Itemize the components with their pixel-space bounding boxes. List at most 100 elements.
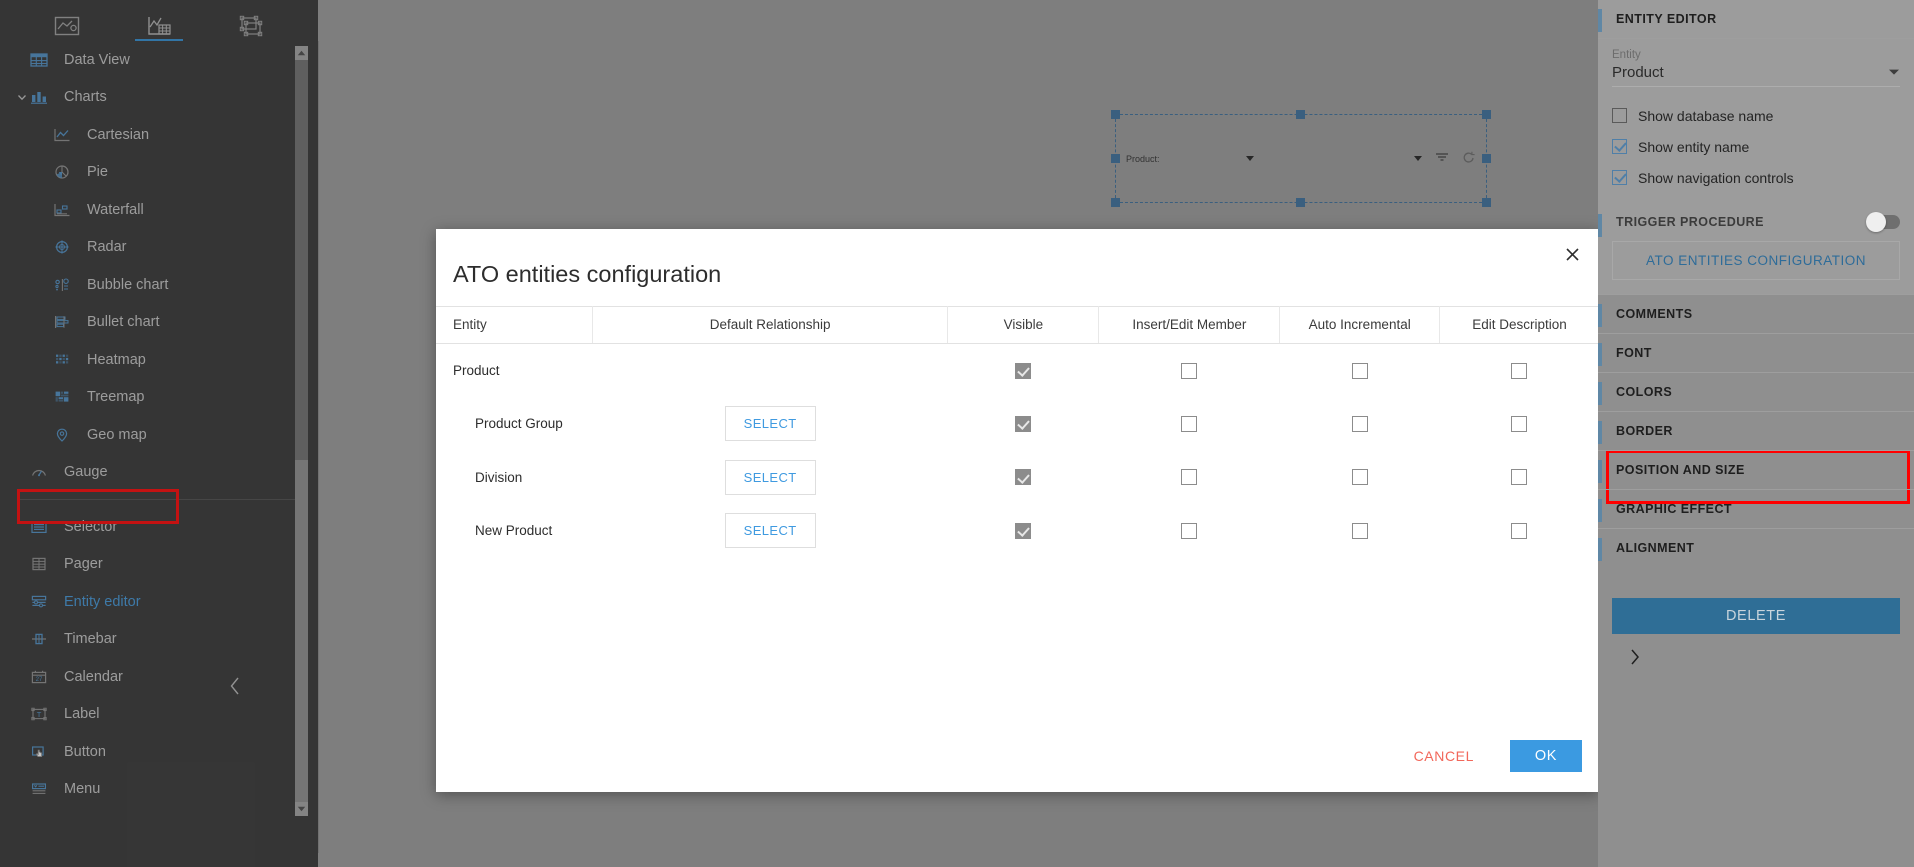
toggle-knob [1866, 212, 1886, 232]
cell-visible [948, 504, 1099, 558]
cell-auto-incremental [1280, 504, 1440, 558]
cell-auto-incremental [1280, 344, 1440, 398]
section-accent-bar [1598, 538, 1602, 561]
checkbox-insert-edit-member[interactable] [1181, 415, 1198, 432]
cancel-button[interactable]: CANCEL [1400, 740, 1488, 772]
cell-auto-incremental [1280, 451, 1440, 505]
cell-default-relationship: SELECT [592, 397, 948, 451]
checkbox-auto-incremental[interactable] [1351, 362, 1368, 379]
panel-section-font[interactable]: FONT [1598, 334, 1914, 373]
checkbox-insert-edit-member[interactable] [1181, 522, 1198, 539]
entity-dropdown[interactable]: Product [1612, 61, 1900, 87]
column-header-visible: Visible [947, 306, 1100, 344]
cell-insert-edit-member [1099, 344, 1280, 398]
entity-field-label: Entity [1612, 49, 1641, 61]
cell-entity: Division [436, 451, 592, 505]
section-accent-bar [1598, 382, 1602, 405]
close-icon[interactable] [1559, 241, 1585, 267]
table-header-row: Entity Default Relationship Visible Inse… [436, 306, 1599, 344]
chevron-right-icon [1628, 647, 1642, 672]
section-title: BORDER [1616, 424, 1673, 438]
table-body: Product Product Group SELECT Division SE… [436, 344, 1599, 558]
checkbox-visible[interactable] [1015, 362, 1032, 379]
checkbox-show-entity-name[interactable] [1612, 139, 1627, 154]
panel-section-graphic-effect[interactable]: GRAPHIC EFFECT [1598, 490, 1914, 529]
table-row: Product Group SELECT [436, 397, 1599, 451]
panel-section-position-and-size[interactable]: POSITION AND SIZE [1598, 451, 1914, 490]
trigger-procedure-toggle[interactable] [1866, 212, 1900, 232]
select-relationship-button[interactable]: SELECT [724, 406, 816, 442]
section-title: ALIGNMENT [1616, 541, 1695, 555]
table-row: New Product SELECT [436, 504, 1599, 558]
panel-section-colors[interactable]: COLORS [1598, 373, 1914, 412]
checkbox-row-show-database-name[interactable]: Show database name [1612, 100, 1900, 131]
checkbox-insert-edit-member[interactable] [1181, 469, 1198, 486]
cell-default-relationship [592, 344, 948, 398]
checkbox-visible[interactable] [1015, 469, 1032, 486]
cell-visible [948, 397, 1099, 451]
section-accent-bar [1598, 9, 1602, 32]
delete-button[interactable]: DELETE [1612, 598, 1900, 634]
cell-entity: Product [436, 344, 592, 398]
section-accent-bar [1598, 499, 1602, 522]
select-relationship-button[interactable]: SELECT [724, 459, 816, 495]
cell-visible [948, 344, 1099, 398]
select-relationship-button[interactable]: SELECT [724, 513, 816, 549]
column-header-entity: Entity [436, 306, 593, 344]
checkbox-row-show-entity-name[interactable]: Show entity name [1612, 131, 1900, 162]
panel-expand-button[interactable] [1624, 648, 1646, 670]
cell-visible [948, 451, 1099, 505]
checkbox-edit-description[interactable] [1511, 362, 1528, 379]
checkbox-visible[interactable] [1015, 522, 1032, 539]
cell-edit-description [1439, 397, 1599, 451]
panel-section-comments[interactable]: COMMENTS [1598, 295, 1914, 334]
section-accent-bar [1598, 304, 1602, 327]
chevron-down-icon [1888, 63, 1900, 81]
checkbox-auto-incremental[interactable] [1351, 415, 1368, 432]
panel-section-trigger-procedure: TRIGGER PROCEDURE ATO ENTITIES CONFIGURA… [1598, 205, 1914, 504]
trigger-procedure-label: TRIGGER PROCEDURE [1616, 215, 1764, 229]
entity-name: Division [475, 469, 523, 485]
entity-name: Product Group [475, 416, 563, 432]
entity-display-options: Show database name Show entity name Show… [1598, 91, 1914, 205]
cell-insert-edit-member [1099, 397, 1280, 451]
cell-entity: New Product [436, 504, 592, 558]
section-title: COLORS [1616, 385, 1673, 399]
ato-entities-configuration-button[interactable]: ATO ENTITIES CONFIGURATION [1612, 241, 1900, 280]
section-title: POSITION AND SIZE [1616, 463, 1745, 477]
cell-auto-incremental [1280, 397, 1440, 451]
cell-default-relationship: SELECT [592, 504, 948, 558]
checkbox-edit-description[interactable] [1511, 522, 1528, 539]
section-accent-bar [1598, 343, 1602, 366]
column-header-default-relationship: Default Relationship [592, 306, 949, 344]
table-row: Division SELECT [436, 451, 1599, 505]
checkbox-insert-edit-member[interactable] [1181, 362, 1198, 379]
checkbox-show-navigation-controls[interactable] [1612, 170, 1627, 185]
ok-button[interactable]: OK [1510, 740, 1582, 772]
section-accent-bar [1598, 214, 1602, 237]
section-accent-bar [1598, 460, 1602, 483]
checkbox-visible[interactable] [1015, 415, 1032, 432]
application-window: Data View Charts Cartesian Pie Waterfall… [0, 0, 1914, 867]
right-panel: ENTITY EDITOR Entity Product Show databa… [1598, 0, 1914, 867]
section-title: FONT [1616, 346, 1652, 360]
dialog-title: ATO entities configuration [453, 261, 722, 287]
entity-name: New Product [475, 523, 553, 539]
cell-edit-description [1439, 504, 1599, 558]
cell-edit-description [1439, 451, 1599, 505]
checkbox-show-database-name[interactable] [1612, 108, 1627, 123]
checkbox-auto-incremental[interactable] [1351, 522, 1368, 539]
checkbox-label: Show database name [1638, 107, 1774, 124]
trigger-procedure-row: TRIGGER PROCEDURE [1598, 205, 1914, 239]
entity-selector-block: Entity Product [1598, 39, 1914, 91]
checkbox-edit-description[interactable] [1511, 469, 1528, 486]
dialog-footer: CANCEL OK [1400, 740, 1582, 772]
entity-name: Product [453, 363, 500, 378]
checkbox-edit-description[interactable] [1511, 415, 1528, 432]
panel-section-entity-editor: ENTITY EDITOR [1598, 0, 1914, 39]
checkbox-label: Show navigation controls [1638, 169, 1794, 186]
panel-section-border[interactable]: BORDER [1598, 412, 1914, 451]
panel-section-alignment[interactable]: ALIGNMENT [1598, 529, 1914, 567]
checkbox-auto-incremental[interactable] [1351, 469, 1368, 486]
checkbox-row-show-navigation-controls[interactable]: Show navigation controls [1612, 162, 1900, 193]
